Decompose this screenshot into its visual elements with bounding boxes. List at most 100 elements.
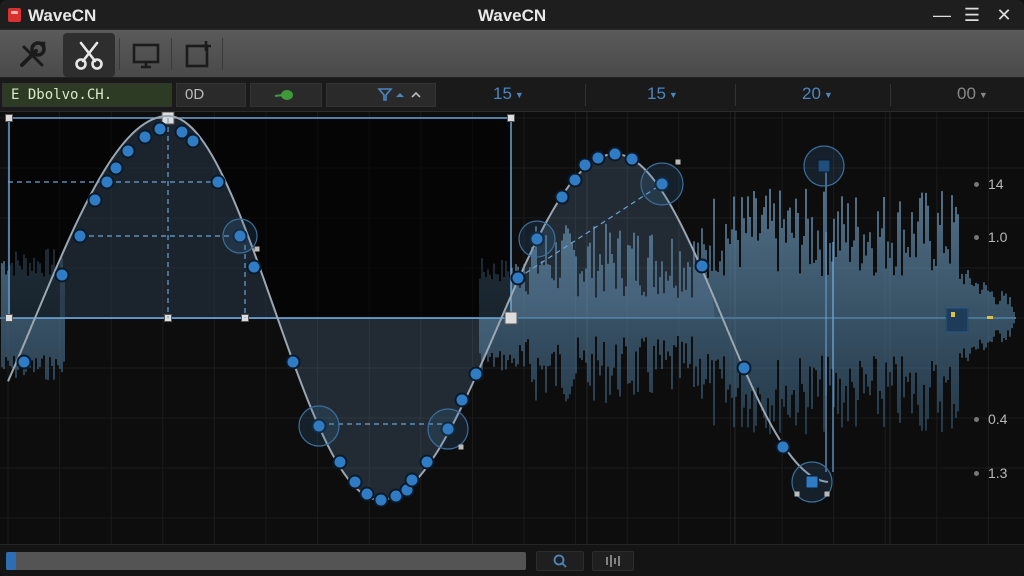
curve-point — [590, 150, 606, 166]
axis-label: 1.0 — [988, 229, 1008, 245]
selection-handle — [507, 114, 515, 122]
add-frame-tool-button[interactable] — [172, 33, 224, 77]
toolbar-divider — [222, 38, 223, 70]
end-marker-indicator — [987, 316, 993, 319]
ruler-marker-label: 15 — [493, 84, 512, 103]
axis-tick — [974, 235, 979, 240]
toolbar — [0, 30, 1024, 78]
axis-tick — [974, 417, 979, 422]
bottom-bar — [0, 544, 1024, 576]
ruler-marker-3[interactable]: 20 ▼ — [802, 84, 833, 104]
end-marker — [945, 307, 969, 333]
filter-icon — [377, 88, 421, 101]
ruler-marker-2[interactable]: 15 ▼ — [647, 84, 678, 104]
horizontal-scrollbar[interactable] — [6, 552, 526, 570]
ruler-marker-4[interactable]: 00 ▼ — [957, 84, 988, 104]
curve-point — [775, 439, 791, 455]
curve-point — [510, 270, 526, 286]
curve-point — [468, 366, 484, 382]
curve-point — [607, 146, 623, 162]
curve-point — [137, 129, 153, 145]
tangent-handle — [794, 491, 800, 497]
curve-point — [624, 151, 640, 167]
curve-point — [577, 157, 593, 173]
curve-point — [185, 133, 201, 149]
chevron-down-icon: ▼ — [668, 89, 678, 100]
curve-point — [108, 160, 124, 176]
add-frame-icon — [185, 41, 211, 68]
curve-point — [554, 189, 570, 205]
monitor-icon — [132, 43, 160, 69]
title-bar: WaveCN WaveCN — ☰ ✕ — [0, 0, 1024, 30]
curve-point — [736, 360, 752, 376]
window-title: WaveCN — [477, 6, 547, 25]
axis-label: 0.4 — [988, 411, 1008, 427]
ruler-marker-label: 20 — [802, 84, 821, 103]
curve-point — [285, 354, 301, 370]
axis-label: 14 — [988, 176, 1004, 192]
ruler-divider — [735, 84, 736, 106]
leaf-icon — [274, 90, 293, 100]
levels-icon — [606, 555, 620, 567]
curve-point — [152, 121, 168, 137]
menu-icon[interactable]: ☰ — [961, 4, 983, 26]
point-halo — [222, 218, 258, 254]
app-name: WaveCN — [28, 6, 97, 25]
waveform-editor[interactable]: 14 1.0 0.4 1.3 — [0, 111, 1024, 544]
app-window: WaveCN WaveCN — ☰ ✕ E Dbolvo.CH. 0D 15 ▼… — [0, 0, 1024, 576]
curve-point — [694, 258, 710, 274]
keyframe-marker — [805, 475, 819, 489]
curve-point — [246, 259, 262, 275]
ruler-divider — [585, 84, 586, 106]
selection-handle — [504, 311, 518, 325]
curve-point — [347, 474, 363, 490]
curve-point — [454, 392, 470, 408]
axis-tick — [974, 471, 979, 476]
point-halo — [640, 162, 684, 206]
curve-point — [120, 143, 136, 159]
curve-point — [332, 454, 348, 470]
curve-point — [373, 492, 389, 508]
monitor-tool-button[interactable] — [120, 33, 172, 77]
curve-point — [210, 174, 226, 190]
keyframe-marker — [817, 159, 831, 173]
point-halo — [518, 220, 556, 258]
scissors-tool-button[interactable] — [63, 33, 115, 77]
wrench-tool-button[interactable] — [6, 33, 58, 77]
chevron-down-icon: ▼ — [978, 89, 988, 100]
axis-label: 1.3 — [988, 465, 1008, 481]
minimize-icon[interactable]: — — [931, 4, 953, 26]
axis-tick — [974, 182, 979, 187]
ruler-marker-1[interactable]: 15 ▼ — [493, 84, 524, 104]
chevron-down-icon: ▼ — [823, 89, 833, 100]
scissors-icon — [75, 41, 103, 70]
end-marker-indicator — [951, 312, 955, 317]
filter-dropdown[interactable] — [326, 83, 436, 107]
tangent-handle — [675, 159, 681, 165]
clip-name-label[interactable]: E Dbolvo.CH. — [2, 83, 172, 107]
level-meter-button[interactable] — [592, 551, 634, 571]
chevron-down-icon: ▼ — [514, 89, 524, 100]
selection-handle — [5, 114, 13, 122]
ruler-divider — [890, 84, 891, 106]
wrench-icon — [20, 41, 46, 67]
search-icon — [553, 554, 567, 568]
zoom-search-button[interactable] — [536, 551, 584, 571]
curve-point — [174, 124, 190, 140]
close-icon[interactable]: ✕ — [993, 4, 1015, 26]
curve-point — [419, 454, 435, 470]
app-logo-icon — [8, 8, 21, 22]
scrollbar-thumb[interactable] — [6, 552, 17, 570]
curve-point — [54, 267, 70, 283]
selection-handle — [5, 314, 13, 322]
tangent-handle — [254, 246, 260, 252]
curve-point — [359, 486, 375, 502]
curve-point — [72, 228, 88, 244]
clip-value-field[interactable]: 0D — [176, 83, 246, 107]
point-halo — [427, 408, 469, 450]
color-tag-button[interactable] — [250, 83, 322, 107]
ruler-marker-label: 15 — [647, 84, 666, 103]
waveform-canvas[interactable] — [0, 111, 1024, 544]
curve-point — [16, 354, 32, 370]
tangent-handle — [458, 444, 464, 450]
